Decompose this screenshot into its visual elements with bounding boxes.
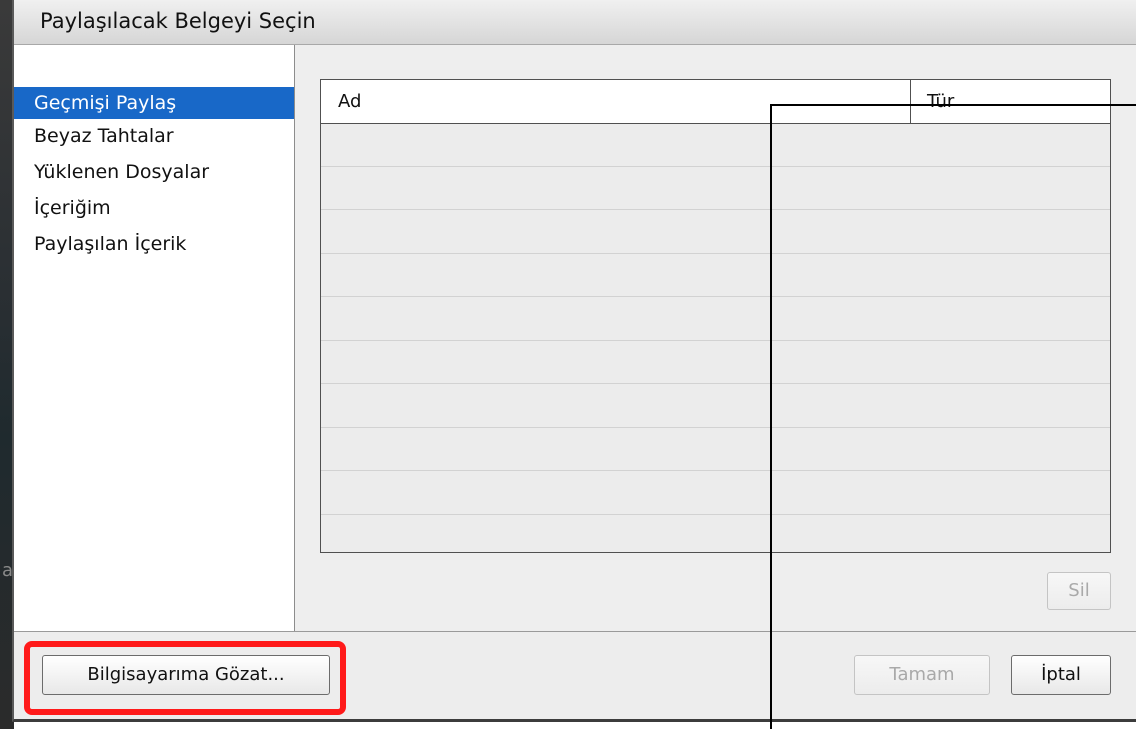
category-sidebar: Geçmişi Paylaş Beyaz Tahtalar Yüklenen D… <box>14 45 295 631</box>
documents-table: Ad Tür <box>320 79 1111 553</box>
cancel-button[interactable]: İptal <box>1011 655 1111 695</box>
column-header-name[interactable]: Ad <box>321 80 911 123</box>
sidebar-item-whiteboards[interactable]: Beyaz Tahtalar <box>14 119 294 155</box>
sidebar-item-uploaded-files[interactable]: Yüklenen Dosyalar <box>14 155 294 191</box>
browse-computer-button[interactable]: Bilgisayarıma Gözat... <box>42 655 330 695</box>
footer-divider <box>14 631 1136 632</box>
table-body <box>321 123 1110 552</box>
table-header: Ad Tür <box>321 80 1110 124</box>
sidebar-item-my-content[interactable]: İçeriğim <box>14 191 294 227</box>
table-row[interactable] <box>321 384 1110 428</box>
ok-button[interactable]: Tamam <box>854 655 990 695</box>
dialog-title: Paylaşılacak Belgeyi Seçin <box>40 9 316 33</box>
table-row[interactable] <box>321 428 1110 471</box>
content-panel: Ad Tür Sil <box>295 45 1136 631</box>
select-document-dialog: Paylaşılacak Belgeyi Seçin Geçmişi Payla… <box>12 0 1136 722</box>
delete-button[interactable]: Sil <box>1047 572 1111 610</box>
sidebar-item-share-history[interactable]: Geçmişi Paylaş <box>14 87 294 119</box>
sidebar-item-shared-content[interactable]: Paylaşılan İçerik <box>14 227 294 263</box>
table-row[interactable] <box>321 167 1110 210</box>
table-row[interactable] <box>321 341 1110 384</box>
table-row[interactable] <box>321 297 1110 341</box>
column-header-type[interactable]: Tür <box>911 80 1110 123</box>
annotation-line-horizontal <box>770 104 1136 106</box>
background-fragment: a <box>2 560 14 581</box>
table-row[interactable] <box>321 254 1110 297</box>
annotation-line-vertical <box>770 104 772 729</box>
table-row[interactable] <box>321 515 1110 553</box>
table-row[interactable] <box>321 123 1110 167</box>
table-row[interactable] <box>321 471 1110 515</box>
table-row[interactable] <box>321 210 1110 254</box>
dialog-titlebar[interactable]: Paylaşılacak Belgeyi Seçin <box>14 0 1136 45</box>
